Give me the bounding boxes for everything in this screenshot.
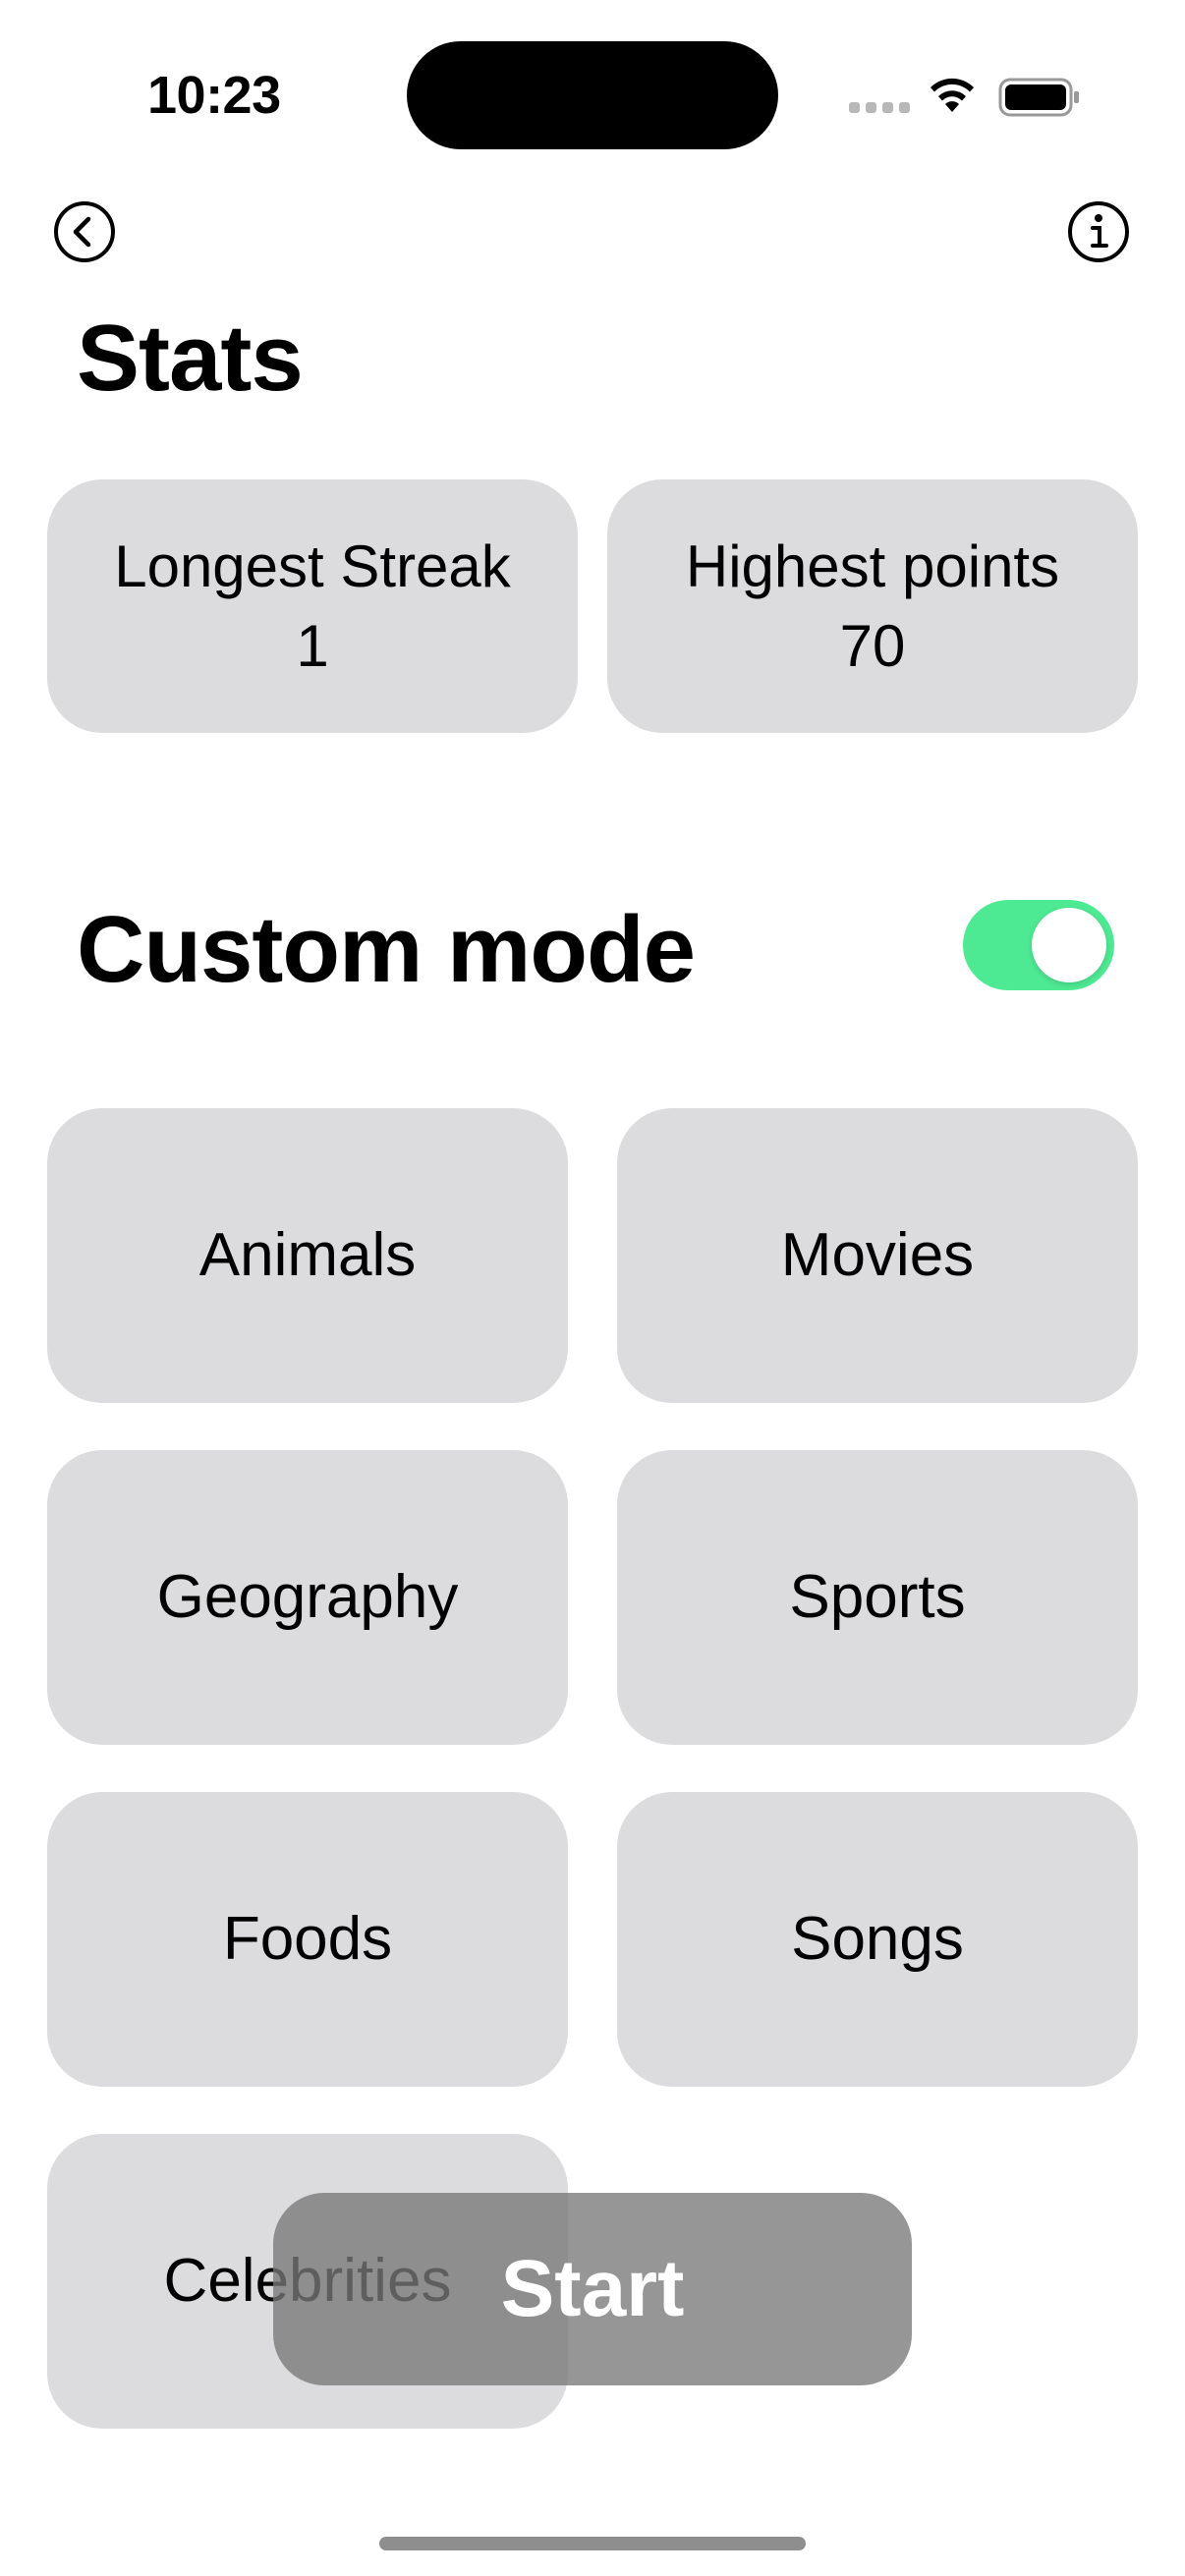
longest-streak-card: Longest Streak 1 bbox=[47, 479, 578, 733]
custom-mode-title: Custom mode bbox=[77, 897, 696, 1002]
home-indicator[interactable] bbox=[379, 2537, 806, 2550]
toggle-knob bbox=[1032, 908, 1106, 982]
custom-mode-toggle[interactable] bbox=[963, 900, 1114, 990]
highest-points-label: Highest points bbox=[685, 533, 1060, 599]
category-geography[interactable]: Geography bbox=[47, 1450, 568, 1745]
wifi-icon bbox=[931, 78, 974, 112]
category-movies[interactable]: Movies bbox=[617, 1108, 1138, 1403]
highest-points-card: Highest points 70 bbox=[607, 479, 1138, 733]
highest-points-value: 70 bbox=[839, 613, 906, 679]
category-songs[interactable]: Songs bbox=[617, 1792, 1138, 2087]
start-button[interactable]: Start bbox=[273, 2193, 912, 2385]
battery-icon bbox=[998, 78, 1079, 117]
back-button[interactable] bbox=[53, 200, 116, 263]
cellular-signal-icon bbox=[849, 102, 910, 116]
dynamic-island bbox=[407, 41, 778, 149]
longest-streak-label: Longest Streak bbox=[114, 533, 511, 599]
stats-title: Stats bbox=[77, 306, 304, 411]
category-animals[interactable]: Animals bbox=[47, 1108, 568, 1403]
status-time: 10:23 bbox=[147, 66, 281, 125]
category-foods[interactable]: Foods bbox=[47, 1792, 568, 2087]
category-sports[interactable]: Sports bbox=[617, 1450, 1138, 1745]
info-button[interactable] bbox=[1067, 200, 1130, 263]
longest-streak-value: 1 bbox=[296, 613, 329, 679]
